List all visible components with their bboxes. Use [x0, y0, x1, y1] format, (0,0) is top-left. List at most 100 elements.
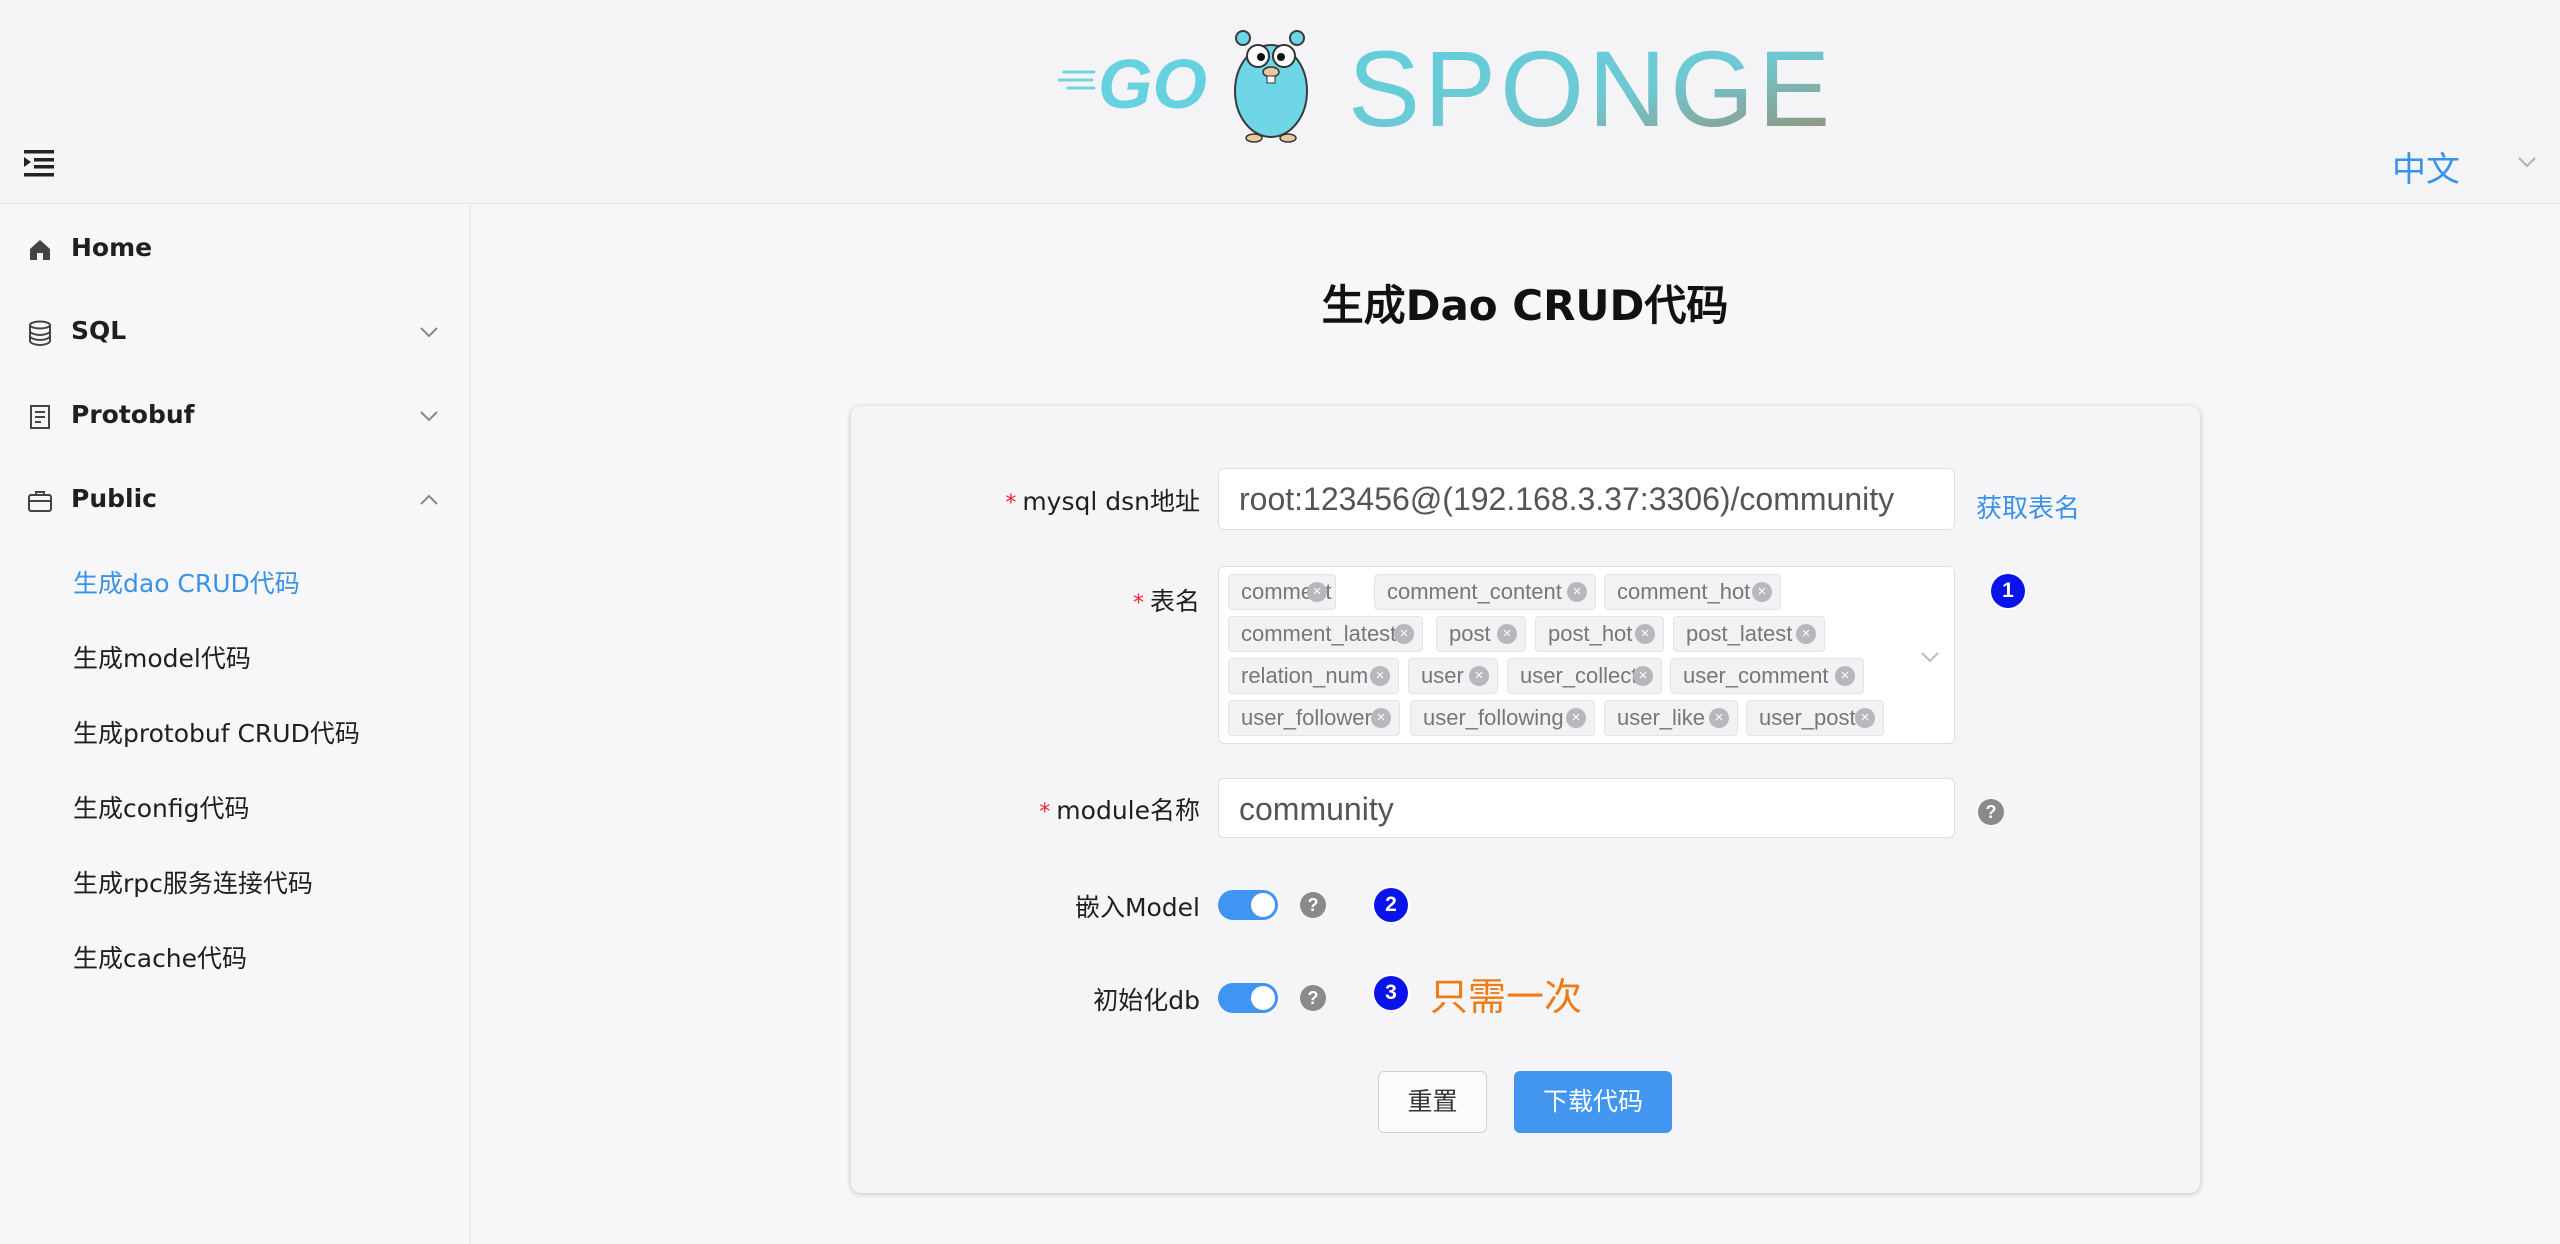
briefcase-icon	[28, 491, 52, 512]
menu-fold-icon[interactable]	[22, 146, 58, 180]
help-icon[interactable]: ?	[1300, 985, 1326, 1011]
remove-tag-icon[interactable]: ×	[1567, 582, 1587, 602]
table-tag: user_collect ×	[1507, 658, 1662, 694]
table-tag-label: post_latest	[1686, 621, 1793, 646]
required-mark: *	[1132, 591, 1144, 616]
table-tag-label: user_like	[1617, 705, 1706, 730]
chevron-down-icon	[420, 327, 438, 338]
go-sponge-logo: GO SPONGE	[1058, 28, 1834, 144]
chevron-down-icon	[2518, 157, 2536, 168]
remove-tag-icon[interactable]: ×	[1835, 666, 1855, 686]
dsn-label: * mysql dsn地址	[960, 482, 1200, 518]
table-tag: comment_content ×	[1374, 574, 1596, 610]
sidebar-item-label: Protobuf	[71, 400, 195, 429]
remove-tag-icon[interactable]: ×	[1370, 666, 1390, 686]
remove-tag-icon[interactable]: ×	[1752, 582, 1772, 602]
switch-knob	[1251, 893, 1275, 917]
sidebar-item-sql[interactable]: SQL	[0, 302, 469, 362]
download-code-button[interactable]: 下载代码	[1514, 1071, 1672, 1133]
init-db-label: 初始化db	[1093, 986, 1200, 1015]
embed-model-switch[interactable]	[1218, 890, 1278, 920]
switch-knob	[1251, 986, 1275, 1010]
table-tag-label: comment_hot	[1617, 579, 1751, 604]
sidebar-subitem-cache[interactable]: 生成cache代码	[0, 926, 469, 982]
sidebar-subitem-protobuf-crud[interactable]: 生成protobuf CRUD代码	[0, 701, 469, 757]
table-tag: comment_latest ×	[1228, 616, 1423, 652]
remove-tag-icon[interactable]: ×	[1633, 666, 1653, 686]
table-tag: relation_num ×	[1228, 658, 1399, 694]
svg-text:GO: GO	[1098, 45, 1207, 123]
sidebar-item-label: Home	[71, 233, 153, 262]
table-tag: post_hot ×	[1535, 616, 1664, 652]
document-icon	[30, 405, 50, 429]
fetch-tables-link[interactable]: 获取表名	[1976, 488, 2080, 525]
sidebar-subitem-label: 生成rpc服务连接代码	[73, 869, 313, 898]
page-title: 生成Dao CRUD代码	[1321, 281, 1729, 330]
database-icon	[29, 320, 51, 347]
language-label: 中文	[2392, 150, 2460, 190]
sidebar-subitem-label: 生成model代码	[73, 644, 251, 673]
help-icon[interactable]: ?	[1300, 892, 1326, 918]
reset-button[interactable]: 重置	[1378, 1071, 1487, 1133]
table-tag-label: user_post	[1759, 705, 1856, 730]
embed-model-label: 嵌入Model	[1074, 893, 1200, 922]
init-db-switch[interactable]	[1218, 983, 1278, 1013]
module-label: * module名称	[1020, 791, 1200, 827]
remove-tag-icon[interactable]: ×	[1566, 708, 1586, 728]
sidebar-subitem-label: 生成cache代码	[73, 944, 248, 973]
table-tag: comment_hot ×	[1604, 574, 1781, 610]
table-tag-label: relation_num	[1241, 663, 1369, 688]
sidebar-subitem-dao-crud[interactable]: 生成dao CRUD代码	[0, 551, 469, 607]
table-tag: user_follower ×	[1228, 700, 1400, 736]
sidebar-subitem-label: 生成dao CRUD代码	[73, 569, 300, 598]
table-tag-label: comment_content	[1387, 579, 1562, 604]
table-tag: comment ×	[1228, 574, 1336, 610]
remove-tag-icon[interactable]: ×	[1635, 624, 1655, 644]
module-input[interactable]: community	[1218, 778, 1955, 838]
remove-tag-icon[interactable]: ×	[1796, 624, 1816, 644]
table-tag: post_latest ×	[1673, 616, 1825, 652]
dsn-label-text: mysql dsn地址	[1022, 487, 1200, 516]
top-header: GO SPONGE 中文	[0, 0, 2560, 204]
sidebar-item-label: SQL	[71, 316, 127, 345]
remove-tag-icon[interactable]: ×	[1469, 666, 1489, 686]
remove-tag-icon[interactable]: ×	[1394, 624, 1414, 644]
sidebar-item-public[interactable]: Public	[0, 470, 469, 530]
svg-text:SPONGE: SPONGE	[1348, 28, 1834, 144]
remove-tag-icon[interactable]: ×	[1371, 708, 1391, 728]
table-tag: post ×	[1436, 616, 1526, 652]
annotation-note: 只需一次	[1430, 975, 1583, 1019]
sidebar-item-home[interactable]: Home	[0, 219, 469, 279]
step-badge-3: 3	[1374, 976, 1408, 1010]
sidebar-subitem-rpc[interactable]: 生成rpc服务连接代码	[0, 851, 469, 907]
home-icon	[30, 240, 50, 260]
sidebar-item-label: Public	[71, 484, 157, 513]
table-tag: user_post ×	[1746, 700, 1884, 736]
dsn-input[interactable]: root:123456@(192.168.3.37:3306)/communit…	[1218, 468, 1955, 530]
help-icon[interactable]: ?	[1978, 799, 2004, 825]
sidebar: Home SQL Protobuf Public 生成dao CRUD代码 生成…	[0, 205, 471, 1244]
table-tag: user_following ×	[1410, 700, 1595, 736]
step-badge-1: 1	[1991, 574, 2025, 608]
sidebar-item-protobuf[interactable]: Protobuf	[0, 386, 469, 446]
step-badge-2: 2	[1374, 888, 1408, 922]
sidebar-subitem-label: 生成config代码	[73, 794, 250, 823]
table-tag-label: user_comment	[1683, 663, 1829, 688]
table-tag-label: user	[1421, 663, 1464, 688]
remove-tag-icon[interactable]: ×	[1497, 624, 1517, 644]
table-tag-label: user_follower	[1241, 705, 1372, 730]
required-mark: *	[1005, 491, 1017, 516]
table-tag: user_comment ×	[1670, 658, 1864, 694]
chevron-down-icon	[420, 411, 438, 422]
sidebar-subitem-config[interactable]: 生成config代码	[0, 776, 469, 832]
sidebar-subitem-model[interactable]: 生成model代码	[0, 626, 469, 682]
remove-tag-icon[interactable]: ×	[1855, 708, 1875, 728]
table-tag-label: user_collect	[1520, 663, 1638, 688]
remove-tag-icon[interactable]: ×	[1307, 582, 1327, 602]
tables-label-text: 表名	[1149, 587, 1200, 616]
language-select[interactable]: 中文	[2380, 136, 2536, 190]
tables-label: * 表名	[1060, 582, 1200, 618]
module-label-text: module名称	[1056, 796, 1200, 825]
remove-tag-icon[interactable]: ×	[1709, 708, 1729, 728]
table-tag-label: post_hot	[1548, 621, 1633, 646]
